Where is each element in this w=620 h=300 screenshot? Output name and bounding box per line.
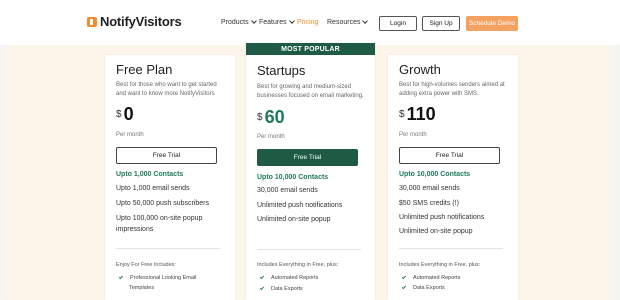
includes-item-label: Automated Reports (271, 275, 319, 281)
feature-item: Unlimited push notifications (257, 202, 343, 209)
check-icon (118, 274, 124, 280)
feature-item: Upto 50,000 push subscribers (116, 200, 209, 207)
login-button[interactable]: Login (379, 16, 417, 31)
includes-item-label: Data Exports (413, 285, 445, 291)
edge-fade-right (606, 45, 620, 300)
includes-item: Automated Reports (259, 274, 319, 281)
schedule-demo-button[interactable]: Schedule Demo (466, 16, 518, 31)
includes-item-label: Professional Looking Email (130, 275, 197, 281)
contacts-limit: Upto 10,000 Contacts (257, 174, 329, 181)
plan-price: $ 60 (257, 107, 285, 128)
plan-name: Growth (399, 62, 441, 77)
includes-heading: Enjoy For Free Includes: (116, 262, 176, 268)
plan-description: Best for high-volumes senders aimed at a… (399, 82, 505, 97)
plan-card-growth: Growth Best for high-volumes senders aim… (388, 55, 518, 300)
check-icon (259, 274, 265, 280)
includes-heading: Includes Everything in Free, plus: (257, 262, 339, 268)
edge-fade-left (0, 45, 14, 300)
check-icon (401, 274, 407, 280)
logo[interactable]: NotifyVisitors (87, 14, 182, 29)
price-period: Per month (399, 132, 427, 138)
free-trial-button[interactable]: Free Trial (399, 147, 500, 164)
feature-item: Unlimited on-site popup (257, 216, 331, 223)
nav-features[interactable]: Features (259, 18, 295, 26)
plan-price: $ 0 (116, 104, 134, 125)
free-trial-button[interactable]: Free Trial (116, 147, 217, 164)
plan-card-startups: MOST POPULAR Startups Best for growing a… (246, 43, 375, 300)
free-trial-button[interactable]: Free Trial (257, 149, 358, 166)
includes-item: Templates (129, 285, 154, 291)
feature-item: Unlimited on-site popup (399, 228, 473, 235)
nav-resources[interactable]: Resources (327, 18, 369, 26)
currency-symbol: $ (399, 109, 405, 120)
includes-heading: Includes Everything in Free, plus: (399, 262, 481, 268)
includes-item: Professional Looking Email (118, 274, 197, 281)
includes-item-label: Automated Reports (413, 275, 461, 281)
chevron-down-icon (362, 18, 369, 24)
nav-pricing-label: Pricing (297, 19, 319, 26)
top-navbar: NotifyVisitors Products Features Pricing… (0, 0, 620, 45)
nav-pricing[interactable]: Pricing (297, 19, 318, 26)
signup-button[interactable]: Sign Up (422, 16, 460, 31)
divider (116, 248, 220, 249)
plan-card-free: Free Plan Best for those who want to get… (105, 55, 235, 300)
nav-products[interactable]: Products (221, 18, 257, 26)
price-amount: 0 (123, 104, 134, 124)
feature-item: 30,000 email sends (399, 185, 460, 192)
plan-description: Best for growing and medium-sized busine… (257, 84, 364, 99)
currency-symbol: $ (257, 112, 263, 123)
nav-features-label: Features (259, 19, 287, 26)
price-amount: 60 (264, 107, 285, 127)
logo-text: NotifyVisitors (100, 14, 182, 29)
feature-item: Upto 100,000 on-site popup impressions (116, 215, 203, 233)
check-icon (259, 285, 265, 291)
price-period: Per month (257, 134, 285, 140)
logo-icon (87, 16, 97, 27)
plan-description: Best for those who want to get started a… (116, 82, 217, 97)
feature-item: Unlimited push notifications (399, 214, 485, 221)
contacts-limit: Upto 10,000 Contacts (399, 171, 471, 178)
includes-item: Data Exports (401, 284, 445, 291)
divider (257, 249, 361, 250)
nav-products-label: Products (221, 19, 249, 26)
nav-resources-label: Resources (327, 19, 361, 26)
contacts-limit: Upto 1,000 Contacts (116, 171, 184, 178)
price-amount: 110 (406, 104, 436, 124)
divider (399, 248, 503, 249)
chevron-down-icon (288, 18, 295, 24)
feature-item: Upto 1,000 email sends (116, 185, 190, 192)
plan-name: Free Plan (116, 62, 173, 77)
includes-item: Data Exports (259, 285, 303, 292)
check-icon (401, 284, 407, 290)
feature-item: $50 SMS credits (!) (399, 200, 459, 207)
plan-price: $ 110 (399, 104, 436, 125)
plan-name: Startups (257, 63, 306, 78)
chevron-down-icon (250, 18, 257, 24)
price-period: Per month (116, 132, 144, 138)
feature-item: 30,000 email sends (257, 187, 318, 194)
currency-symbol: $ (116, 109, 122, 120)
includes-item-label: Data Exports (271, 286, 303, 292)
includes-item-label: Templates (129, 285, 155, 291)
most-popular-badge: MOST POPULAR (246, 43, 375, 55)
includes-item: Automated Reports (401, 274, 461, 281)
